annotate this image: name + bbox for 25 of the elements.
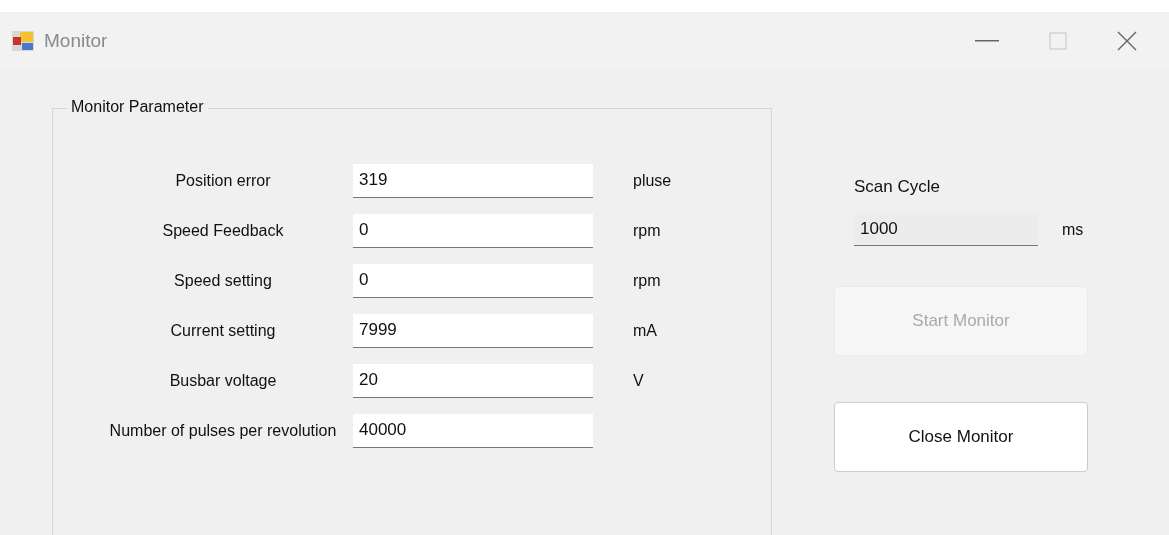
unit-label: V	[633, 371, 644, 390]
input-field[interactable]: 0	[353, 263, 593, 298]
field-label: Busbar voltage	[168, 371, 278, 390]
input-field[interactable]: 0	[353, 213, 593, 248]
field-label: Number of pulses per revolution	[108, 421, 338, 440]
field-label: Scan Cycle	[854, 177, 941, 197]
input-field[interactable]: 1000	[854, 213, 1038, 246]
input-field[interactable]: 20	[353, 363, 593, 398]
input-field[interactable]: 319	[353, 163, 593, 198]
field-label: Position error	[174, 171, 272, 190]
field-label: Speed setting	[173, 271, 273, 290]
close-icon[interactable]	[1117, 31, 1137, 51]
app-icon	[12, 31, 34, 51]
unit-label: rpm	[633, 221, 661, 240]
field-label: Speed Feedback	[161, 221, 285, 240]
unit-label: mA	[633, 321, 657, 340]
input-field[interactable]: 7999	[353, 313, 593, 348]
unit-label: rpm	[633, 271, 661, 290]
field-label: Current setting	[169, 321, 277, 340]
unit-label: pluse	[633, 171, 672, 190]
minimize-icon[interactable]	[975, 39, 999, 43]
unit-label: ms	[1062, 220, 1084, 239]
window-title: Monitor	[44, 30, 108, 52]
action-button[interactable]: Close Monitor	[834, 402, 1088, 472]
input-field[interactable]: 40000	[353, 413, 593, 448]
